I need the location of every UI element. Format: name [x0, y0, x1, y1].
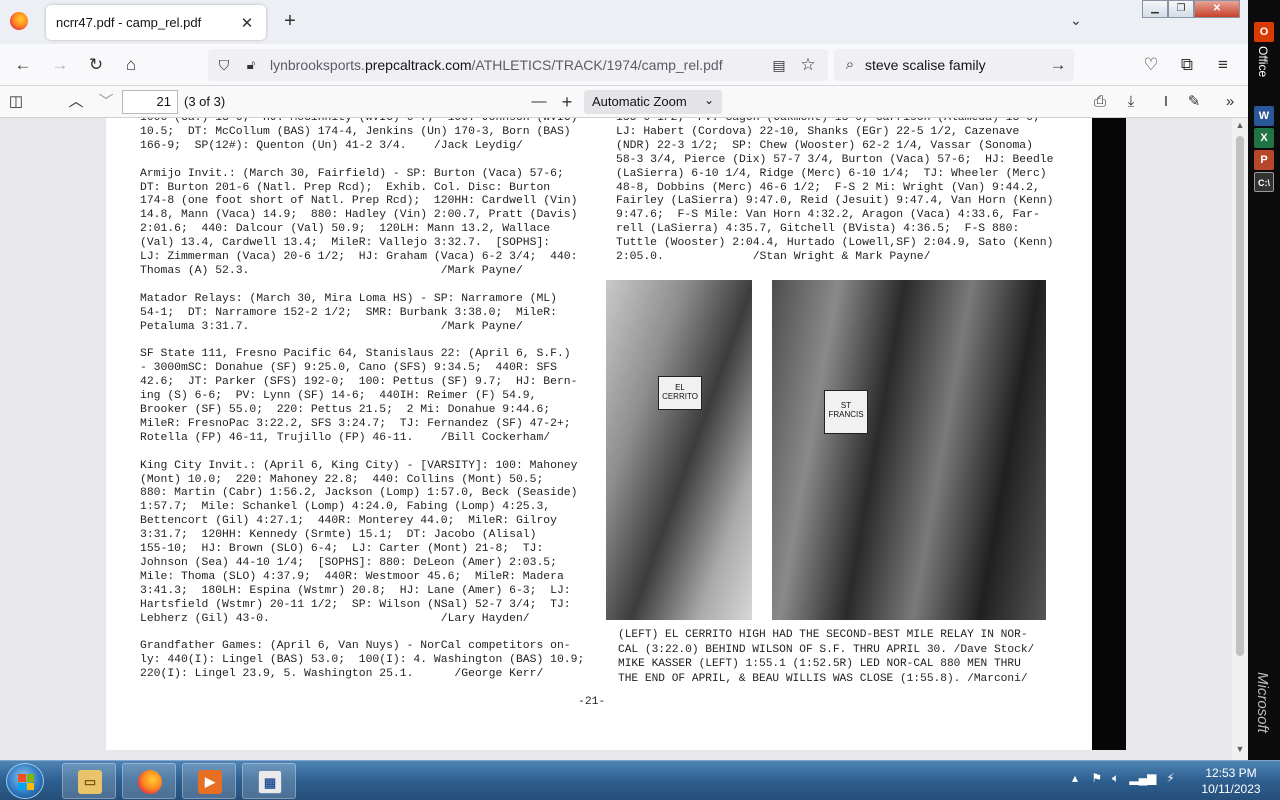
reader-view-icon[interactable]: ▤ [768, 54, 790, 76]
browser-tab-bar: ncrr47.pdf - camp_rel.pdf ✕ + ⌄ ▁ ❐ ✕ [0, 0, 1248, 44]
scroll-up-arrow-icon[interactable]: ▲ [1232, 120, 1248, 130]
system-tray: ▴ ⚑ 🔈︎ ▂▄▆ ⚡︎ [1072, 771, 1175, 786]
start-button[interactable] [6, 763, 44, 799]
zoom-out-icon[interactable]: — [528, 91, 550, 113]
scrollbar-thumb[interactable] [1236, 136, 1244, 656]
zoom-value: Automatic Zoom [592, 94, 687, 109]
window-controls: ▁ ❐ ✕ [1142, 0, 1240, 18]
bookmark-star-icon[interactable]: ☆ [797, 54, 819, 76]
shield-icon[interactable]: ⛉ [213, 54, 235, 76]
taskbar-firefox[interactable] [122, 763, 176, 799]
microsoft-label: Microsoft [1254, 672, 1271, 733]
zoom-in-icon[interactable]: + [556, 91, 578, 113]
command-prompt-icon[interactable]: C:\ [1254, 172, 1274, 192]
page-footer-number: -21- [578, 696, 606, 708]
power-icon[interactable]: ⚡︎ [1166, 771, 1174, 785]
left-text-column: 1000 (Ca.) 13-6; HJ: McGinnity (WVIC) 6-… [140, 118, 585, 681]
new-tab-button[interactable]: + [280, 11, 300, 31]
minimize-button[interactable]: ▁ [1142, 0, 1168, 18]
el-cerrito-singlet: EL CERRITO [658, 376, 702, 410]
scan-dark-edge [1092, 118, 1126, 750]
draw-pen-icon[interactable]: ✎ [1183, 91, 1205, 113]
taskbar-paint[interactable]: ▦ [242, 763, 296, 799]
taskbar-media-player[interactable]: ▶ [182, 763, 236, 799]
folder-icon: ▭ [78, 770, 102, 794]
chevron-down-icon: ⌄ [703, 93, 714, 107]
firefox-icon[interactable] [10, 12, 28, 30]
close-tab-icon[interactable]: ✕ [238, 14, 256, 32]
windows-logo-icon [18, 774, 34, 790]
network-icon[interactable]: ▂▄▆ [1129, 771, 1156, 785]
office-side-panel: O Office W X P C:\ Microsoft [1248, 0, 1280, 760]
download-icon[interactable]: ⤓ [1120, 91, 1142, 113]
pdf-page: 1000 (Ca.) 13-6; HJ: McGinnity (WVIC) 6-… [106, 118, 1126, 750]
sidebar-toggle-icon[interactable]: ◫ [5, 91, 27, 113]
system-clock[interactable]: 12:53 PM 10/11/2023 [1196, 765, 1266, 797]
photo-el-cerrito-runner: EL CERRITO [606, 280, 752, 620]
search-icon: ⌕ [845, 56, 855, 73]
tools-chevron-icon[interactable]: » [1219, 91, 1241, 113]
st-francis-singlet: ST FRANCIS [824, 390, 868, 434]
powerpoint-icon[interactable]: P [1254, 150, 1274, 170]
reload-icon[interactable]: ↻ [85, 54, 107, 76]
url-text[interactable]: lynbrooksports.prepcaltrack.com/ATHLETIC… [270, 57, 723, 73]
windows-taskbar: ▭ ▶ ▦ ▴ ⚑ 🔈︎ ▂▄▆ ⚡︎ 12:53 PM 10/11/2023 [0, 760, 1280, 800]
search-bar[interactable]: ⌕ steve scalise family → [834, 49, 1074, 81]
pdf-viewer[interactable]: 1000 (Ca.) 13-6; HJ: McGinnity (WVIC) 6-… [0, 118, 1248, 760]
close-window-button[interactable]: ✕ [1194, 0, 1240, 18]
right-text-column: 158-0 1/2; PV: Gagon (Oakmont) 15-0, Gar… [616, 118, 1054, 264]
clock-date: 10/11/2023 [1201, 782, 1261, 796]
scroll-down-arrow-icon[interactable]: ▼ [1232, 744, 1248, 754]
pocket-icon[interactable]: ♡ [1140, 54, 1162, 76]
extensions-icon[interactable]: ⧉ [1176, 54, 1198, 76]
word-icon[interactable]: W [1254, 106, 1274, 126]
navigation-toolbar: ← → ↻ ⌂ ⛉ 🔓︎ lynbrooksports.prepcaltrack… [0, 44, 1248, 86]
maximize-button[interactable]: ❐ [1168, 0, 1194, 18]
paint-icon: ▦ [258, 770, 282, 794]
photo-caption: (LEFT) EL CERRITO HIGH HAD THE SECOND-BE… [618, 629, 1035, 685]
zoom-select[interactable]: Automatic Zoom ⌄ [584, 90, 722, 114]
page-number-input[interactable]: 21 [122, 90, 178, 114]
clock-time: 12:53 PM [1205, 766, 1257, 780]
desktop-screen: ncrr47.pdf - camp_rel.pdf ✕ + ⌄ ▁ ❐ ✕ ← … [0, 0, 1280, 800]
address-bar[interactable]: ⛉ 🔓︎ lynbrooksports.prepcaltrack.com/ATH… [208, 49, 828, 81]
previous-page-icon[interactable]: ︿ [65, 91, 87, 113]
back-arrow-icon[interactable]: ← [12, 54, 34, 76]
insecure-lock-icon[interactable]: 🔓︎ [240, 54, 262, 76]
tab-title: ncrr47.pdf - camp_rel.pdf [56, 15, 202, 30]
list-all-tabs-icon[interactable]: ⌄ [1070, 12, 1082, 29]
media-player-icon: ▶ [198, 770, 222, 794]
search-input[interactable]: steve scalise family [865, 57, 986, 73]
search-go-arrow-icon[interactable]: → [1047, 54, 1069, 76]
excel-icon[interactable]: X [1254, 128, 1274, 148]
pdf-toolbar: ◫ ︿ ﹀ 21 (3 of 3) — + Automatic Zoom ⌄ ⎙… [0, 86, 1248, 118]
home-icon[interactable]: ⌂ [120, 54, 142, 76]
office-logo-icon[interactable]: O [1254, 22, 1274, 42]
forward-arrow-icon[interactable]: → [49, 54, 71, 76]
taskbar-file-explorer[interactable]: ▭ [62, 763, 116, 799]
action-center-icon[interactable]: ⚑ [1091, 771, 1102, 785]
show-hidden-icons-icon[interactable]: ▴ [1072, 771, 1078, 785]
text-cursor-icon[interactable]: I [1155, 91, 1177, 113]
app-menu-icon[interactable]: ≡ [1212, 54, 1234, 76]
print-icon[interactable]: ⎙ [1089, 91, 1111, 113]
page-count: (3 of 3) [184, 94, 226, 109]
office-label: Office [1256, 46, 1270, 78]
next-page-icon[interactable]: ﹀ [95, 91, 117, 113]
photo-st-francis-runners: ST FRANCIS [772, 280, 1046, 620]
volume-icon[interactable]: 🔈︎ [1112, 771, 1119, 785]
vertical-scrollbar[interactable]: ▲ ▼ [1232, 118, 1248, 760]
active-tab[interactable]: ncrr47.pdf - camp_rel.pdf ✕ [46, 5, 266, 40]
firefox-taskbar-icon [138, 770, 162, 794]
